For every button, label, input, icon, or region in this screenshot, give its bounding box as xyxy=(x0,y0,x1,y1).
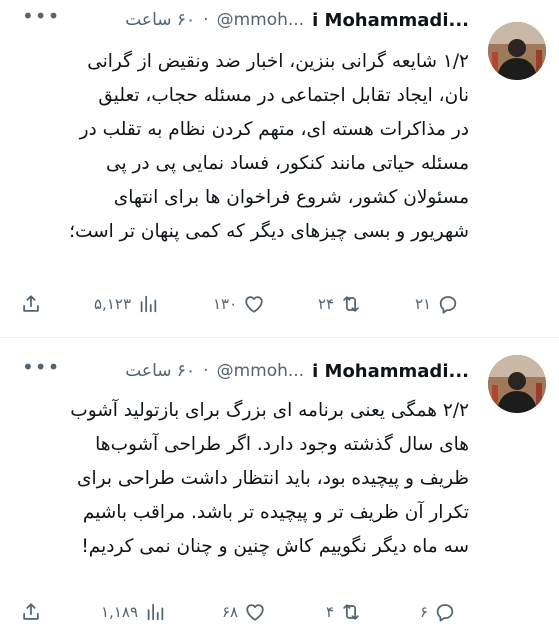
tweet-line: در مذاکرات هسته ای، متهم کردن نظام به تق… xyxy=(79,119,469,140)
tweet-line: ۲/۲ همگی یعنی برنامه ای بزرگ برای بازتول… xyxy=(70,400,469,421)
tweet-text: ۱/۲ شایعه گرانی بنزین، اخبار ضد ونقیض از… xyxy=(20,45,469,249)
retweet-button[interactable]: ۴ xyxy=(326,596,362,628)
tweet[interactable]: i Mohammadi... @mmoh... · ۶۰ ساعت ••• ۲/… xyxy=(0,338,559,637)
reply-count: ۲۱ xyxy=(415,295,432,313)
like-count: ۱۳۰ xyxy=(213,295,238,313)
retweet-count: ۲۴ xyxy=(318,295,335,313)
tweet-line: تکرار آن ظریف تر و پیچیده تر باشد. مراقب… xyxy=(82,502,469,523)
tweet-header: i Mohammadi... @mmoh... · ۶۰ ساعت xyxy=(9,7,469,33)
tweet-line: ۱/۲ شایعه گرانی بنزین، اخبار ضد ونقیض از… xyxy=(87,51,469,72)
reply-count: ۶ xyxy=(420,603,429,621)
views-count: ۵,۱۲۳ xyxy=(94,295,131,313)
like-count: ۶۸ xyxy=(222,603,239,621)
avatar-image xyxy=(488,355,546,413)
retweet-button[interactable]: ۲۴ xyxy=(318,288,362,320)
more-horizontal-icon[interactable]: ••• xyxy=(22,357,59,384)
like-button[interactable]: ۱۳۰ xyxy=(213,288,265,320)
tweet-line: مسئولان کشور، شروع فراخوان ها برای انتها… xyxy=(113,187,469,208)
avatar[interactable] xyxy=(488,355,546,413)
tweet-line: شهریور و بسی چیزهای دیگر که کمی پنهان تر… xyxy=(69,221,469,242)
avatar-image xyxy=(488,22,546,80)
share-icon xyxy=(23,295,39,312)
timestamp[interactable]: ۶۰ ساعت xyxy=(125,361,195,381)
like-icon xyxy=(246,604,264,621)
tweet-line: سه ماه دیگر نگوییم کاش چنین و چنان نمی ک… xyxy=(81,536,469,557)
tweet-actions: ۲۱ ۲۴ ۱۳۰ ۵,۱۲۳ xyxy=(0,288,559,320)
reply-button[interactable]: ۶ xyxy=(420,596,456,628)
author-name[interactable]: i Mohammadi... xyxy=(312,361,469,382)
views-count: ۱,۱۸۹ xyxy=(101,603,138,621)
avatar[interactable] xyxy=(488,22,546,80)
like-button[interactable]: ۶۸ xyxy=(222,596,266,628)
views-icon xyxy=(147,603,164,621)
reply-icon xyxy=(436,604,454,622)
tweet-text: ۲/۲ همگی یعنی برنامه ای بزرگ برای بازتول… xyxy=(20,394,469,564)
tweet-line: نان، ایجاد تقابل اجتماعی در مسئله حجاب، … xyxy=(98,85,469,106)
tweet-line: مسئله حیاتی مانند کنکور، فساد نمایی پی د… xyxy=(106,153,469,174)
share-button[interactable] xyxy=(20,596,42,628)
separator: · xyxy=(203,10,209,30)
tweet-header: i Mohammadi... @mmoh... · ۶۰ ساعت xyxy=(9,358,469,384)
author-handle[interactable]: @mmoh... xyxy=(217,10,305,30)
tweet[interactable]: i Mohammadi... @mmoh... · ۶۰ ساعت ••• ۱/… xyxy=(0,0,559,338)
share-button[interactable] xyxy=(20,288,42,320)
more-horizontal-icon[interactable]: ••• xyxy=(22,6,59,33)
like-icon xyxy=(245,296,263,313)
reply-icon xyxy=(439,296,457,314)
separator: · xyxy=(203,361,209,381)
retweet-icon xyxy=(343,296,359,312)
views-button[interactable]: ۵,۱۲۳ xyxy=(94,288,159,320)
tweet-line: های سال گذشته وجود دارد. اگر طراحی آشوب‌… xyxy=(95,434,469,455)
tweet-actions: ۶ ۴ ۶۸ ۱,۱۸۹ xyxy=(0,596,559,628)
views-button[interactable]: ۱,۱۸۹ xyxy=(101,596,166,628)
tweet-line: ظریف و پیچیده بود، باید انتظار داشت طراح… xyxy=(77,468,469,489)
retweet-icon xyxy=(343,604,359,620)
reply-button[interactable]: ۲۱ xyxy=(415,288,459,320)
author-handle[interactable]: @mmoh... xyxy=(217,361,305,381)
timestamp[interactable]: ۶۰ ساعت xyxy=(125,10,195,30)
views-icon xyxy=(140,295,157,313)
share-icon xyxy=(23,603,39,620)
retweet-count: ۴ xyxy=(326,603,335,621)
author-name[interactable]: i Mohammadi... xyxy=(312,10,469,31)
